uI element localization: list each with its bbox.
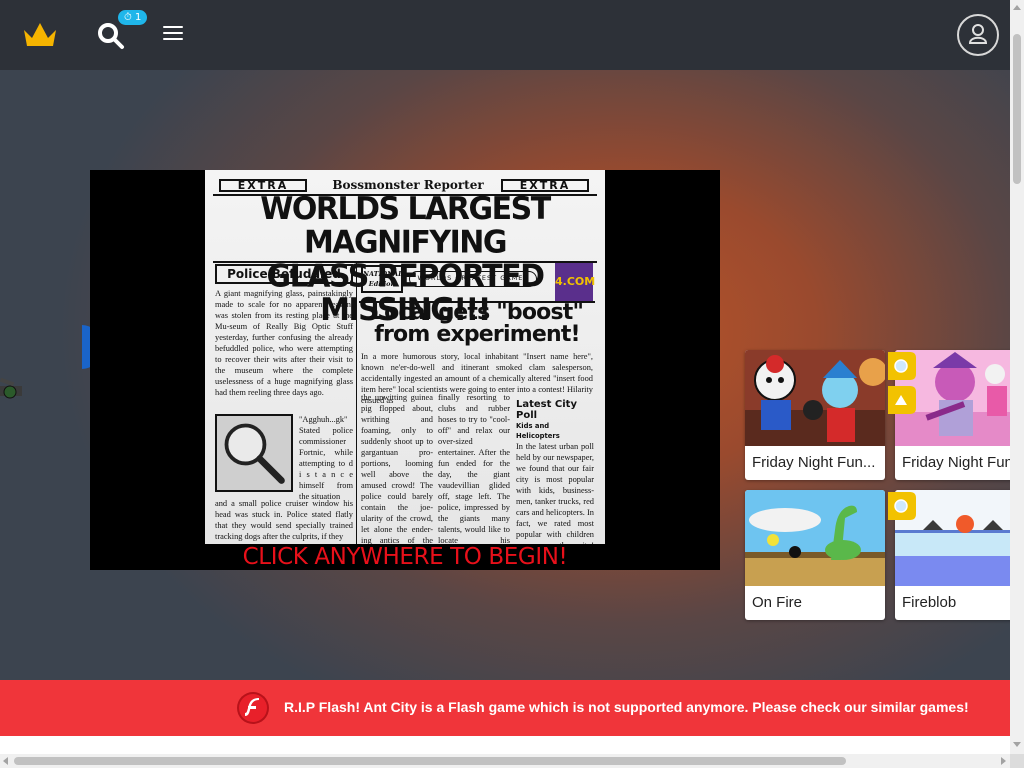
search-icon[interactable] xyxy=(97,22,125,50)
game-title: Friday Night Fun xyxy=(902,454,1010,471)
story-column-b: finally resorting to clubs and rubber ho… xyxy=(438,393,510,544)
notification-count: 1 xyxy=(135,12,142,23)
game-title: Fireblob xyxy=(902,594,957,611)
magnifying-glass-illustration xyxy=(215,414,293,492)
scroll-left-arrow-icon[interactable] xyxy=(3,757,8,765)
scroll-right-arrow-icon[interactable] xyxy=(1001,757,1006,765)
horizontal-scrollbar-thumb[interactable] xyxy=(14,757,846,765)
game-card[interactable]: Friday Night Fun... xyxy=(745,350,885,480)
poll-title: Latest City Poll xyxy=(516,399,577,421)
user-account-button[interactable] xyxy=(957,14,999,56)
national-edition-badge: NATIONAL Edition xyxy=(361,265,403,293)
arrow-up-badge-icon xyxy=(888,386,916,414)
story-column-a: the unwitting guinea pig flopped about, … xyxy=(361,393,433,544)
vertical-scrollbar[interactable] xyxy=(1010,0,1024,754)
newspaper-intro-screen[interactable]: EXTRA Bossmonster Reporter EXTRA WORLDS … xyxy=(205,170,605,544)
vertical-scrollbar-thumb[interactable] xyxy=(1013,34,1021,184)
poll-body: In the latest urban poll held by our new… xyxy=(516,442,594,544)
game-card[interactable]: On Fire xyxy=(745,490,885,620)
magnifier-caption: "Agghuh...gk" Stated police commissioner… xyxy=(299,415,353,501)
scrollbar-corner xyxy=(1010,754,1024,768)
adobe-flash-icon xyxy=(237,692,269,724)
crown-icon[interactable] xyxy=(22,20,58,50)
subheadline-left: Police Befuddled xyxy=(215,264,353,284)
game-frame[interactable]: EXTRA Bossmonster Reporter EXTRA WORLDS … xyxy=(90,170,720,570)
secondary-headline: Local gets "boost" from experiment! xyxy=(370,300,584,347)
horizontal-scrollbar[interactable] xyxy=(0,754,1010,768)
city-poll-box: Latest City Poll Kids and Helicopters In… xyxy=(516,399,594,544)
scroll-down-arrow-icon[interactable] xyxy=(1013,742,1021,747)
game-title: Friday Night Fun... xyxy=(752,454,876,471)
left-column: Police Befuddled A giant magnifying glas… xyxy=(215,264,353,398)
game-title: On Fire xyxy=(752,594,803,611)
click-to-begin-prompt[interactable]: CLICK ANYWHERE TO BEGIN! xyxy=(205,544,605,570)
magnifying-glass-icon xyxy=(224,423,285,484)
start-prompt-area[interactable]: CLICK ANYWHERE TO BEGIN! xyxy=(205,544,605,570)
hamburger-menu-icon[interactable] xyxy=(163,26,183,44)
badges-row: NATIONAL Edition WORLDS GREATEST GAMES 4… xyxy=(359,263,595,301)
game-thumbnail xyxy=(745,350,885,446)
flash-unsupported-banner: R.I.P Flash! Ant City is a Flash game wh… xyxy=(0,680,1010,736)
story-continued: and a small police cruiser window his he… xyxy=(215,499,353,541)
notification-badge[interactable]: ⏱ 1 xyxy=(118,10,148,25)
game-thumbnail xyxy=(745,490,885,586)
trending-badge-icon xyxy=(888,492,916,520)
flash-banner-text: R.I.P Flash! Ant City is a Flash game wh… xyxy=(284,699,969,715)
headline-line-1: WORLDS LARGEST MAGNIFYING xyxy=(260,190,551,262)
cannon-icon xyxy=(0,377,22,399)
trending-badge-icon xyxy=(888,352,916,380)
user-account-icon xyxy=(968,24,988,44)
scroll-up-arrow-icon[interactable] xyxy=(1013,5,1021,10)
poll-subtitle: Kids and Helicopters xyxy=(516,422,560,440)
footer-strip xyxy=(0,736,1010,754)
4com-logo: 4.COM xyxy=(555,263,595,301)
story-left: A giant magnifying glass, painstakingly … xyxy=(215,289,353,397)
clock-icon: ⏱ xyxy=(124,12,132,23)
worlds-greatest-games-badge: WORLDS GREATEST GAMES xyxy=(409,271,537,287)
top-navigation-bar: ⏱ 1 xyxy=(0,0,1010,70)
column-divider xyxy=(356,262,357,544)
